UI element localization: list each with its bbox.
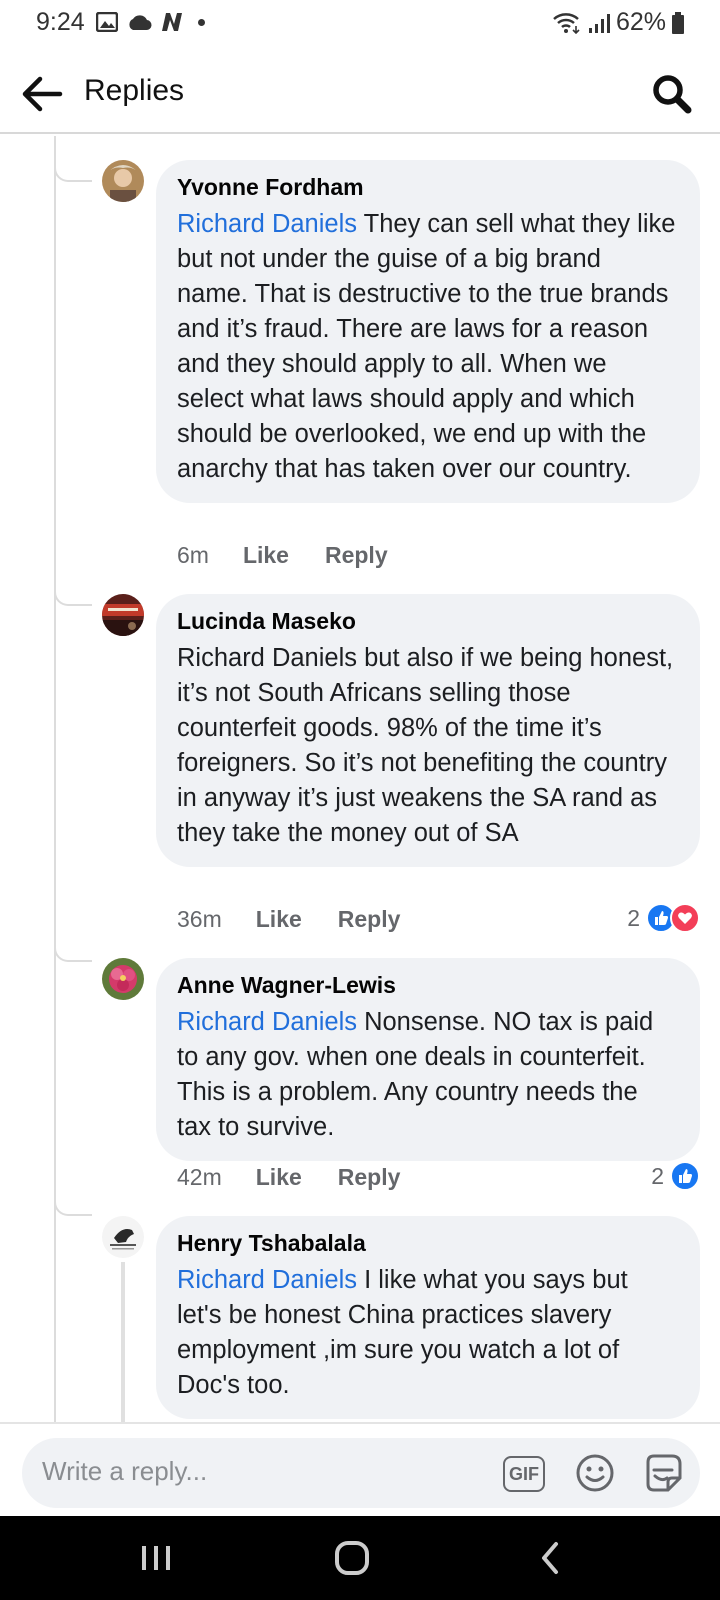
sticker-icon <box>646 1454 682 1492</box>
comment-bubble[interactable]: Yvonne Fordham Richard Daniels They can … <box>156 160 700 503</box>
comment-body: Richard Daniels but also if we being hon… <box>177 644 674 847</box>
cloud-icon <box>129 15 152 31</box>
like-button[interactable]: Like <box>256 1164 302 1191</box>
gallery-icon <box>96 12 118 32</box>
thumbs-up-icon <box>670 1161 700 1191</box>
reactions-summary[interactable]: 2 <box>651 1161 700 1191</box>
signal-icon <box>588 13 610 33</box>
thread-connector <box>54 160 92 182</box>
notification-icons <box>96 12 205 32</box>
mention-link[interactable]: Richard Daniels <box>177 1008 357 1036</box>
gif-button[interactable]: GIF <box>503 1456 545 1492</box>
comment-time: 36m <box>177 906 222 932</box>
back-button[interactable] <box>20 72 64 116</box>
system-icons: 62% <box>552 8 684 37</box>
smiley-icon <box>576 1454 614 1492</box>
comment-bubble[interactable]: Anne Wagner-Lewis Richard Daniels Nonsen… <box>156 958 700 1161</box>
mention-link[interactable]: Richard Daniels <box>177 1266 357 1294</box>
comment-text: Richard Daniels I like what you says but… <box>177 1263 678 1403</box>
comment-actions: 36m Like Reply <box>177 906 436 933</box>
home-icon <box>335 1541 369 1575</box>
avatar[interactable] <box>102 594 144 636</box>
system-nav-bar <box>0 1516 720 1600</box>
search-button[interactable] <box>650 72 694 116</box>
reply-button[interactable]: Reply <box>325 542 388 569</box>
avatar[interactable] <box>102 160 144 202</box>
comment-time: 6m <box>177 542 209 568</box>
home-button[interactable] <box>330 1538 374 1578</box>
comment-author[interactable]: Anne Wagner-Lewis <box>177 972 678 999</box>
battery-percent: 62% <box>615 8 666 36</box>
avatar[interactable] <box>102 1216 144 1258</box>
mention-link[interactable]: Richard Daniels <box>177 210 357 238</box>
comment-actions: 42m Like Reply <box>177 1164 436 1191</box>
reactions-summary[interactable]: 2 <box>627 903 700 933</box>
like-button[interactable]: Like <box>256 906 302 933</box>
comment-bubble[interactable]: Lucinda Maseko Richard Daniels but also … <box>156 594 700 867</box>
comment-author[interactable]: Henry Tshabalala <box>177 1230 678 1257</box>
emoji-button[interactable] <box>574 1452 616 1494</box>
recent-apps-button[interactable] <box>134 1538 178 1578</box>
comment-text: Richard Daniels They can sell what they … <box>177 207 678 487</box>
status-time: 9:24 <box>36 8 85 36</box>
status-bar: 9:24 62% <box>0 0 720 46</box>
comment-text: Richard Daniels Nonsense. NO tax is paid… <box>177 1005 678 1145</box>
battery-icon <box>672 11 684 34</box>
thread-connector <box>54 940 92 962</box>
comment-time: 42m <box>177 1164 222 1190</box>
app-header: Replies <box>0 54 720 134</box>
reply-button[interactable]: Reply <box>338 1164 401 1191</box>
reply-placeholder: Write a reply... <box>42 1456 208 1486</box>
back-nav-button[interactable] <box>530 1538 574 1578</box>
reaction-count: 2 <box>627 904 640 931</box>
sticker-button[interactable] <box>642 1452 684 1494</box>
comment-body: They can sell what they like but not und… <box>177 210 676 483</box>
reaction-count: 2 <box>651 1162 664 1189</box>
comment-bubble[interactable]: Henry Tshabalala Richard Daniels I like … <box>156 1216 700 1419</box>
reply-composer: Write a reply... GIF <box>0 1422 720 1518</box>
comment-author[interactable]: Yvonne Fordham <box>177 174 678 201</box>
sub-thread-line <box>121 1262 125 1422</box>
avatar[interactable] <box>102 958 144 1000</box>
thread-connector <box>54 1194 92 1216</box>
arrow-left-icon <box>22 76 63 112</box>
thread-connector <box>54 584 92 606</box>
reply-input[interactable]: Write a reply... GIF <box>22 1438 700 1508</box>
like-button[interactable]: Like <box>243 542 289 569</box>
thread-line <box>54 136 56 1422</box>
search-icon <box>653 75 692 114</box>
more-notifications-dot <box>198 18 205 26</box>
wifi-icon <box>553 12 580 34</box>
comment-text: Richard Daniels but also if we being hon… <box>177 641 678 851</box>
comment-author[interactable]: Lucinda Maseko <box>177 608 678 635</box>
chevron-left-icon <box>542 1542 558 1574</box>
reply-button[interactable]: Reply <box>338 906 401 933</box>
recent-apps-icon <box>142 1546 170 1570</box>
n-app-icon <box>162 13 182 31</box>
comment-actions: 6m Like Reply <box>177 542 424 569</box>
page-title: Replies <box>84 74 185 107</box>
heart-icon <box>670 903 700 933</box>
